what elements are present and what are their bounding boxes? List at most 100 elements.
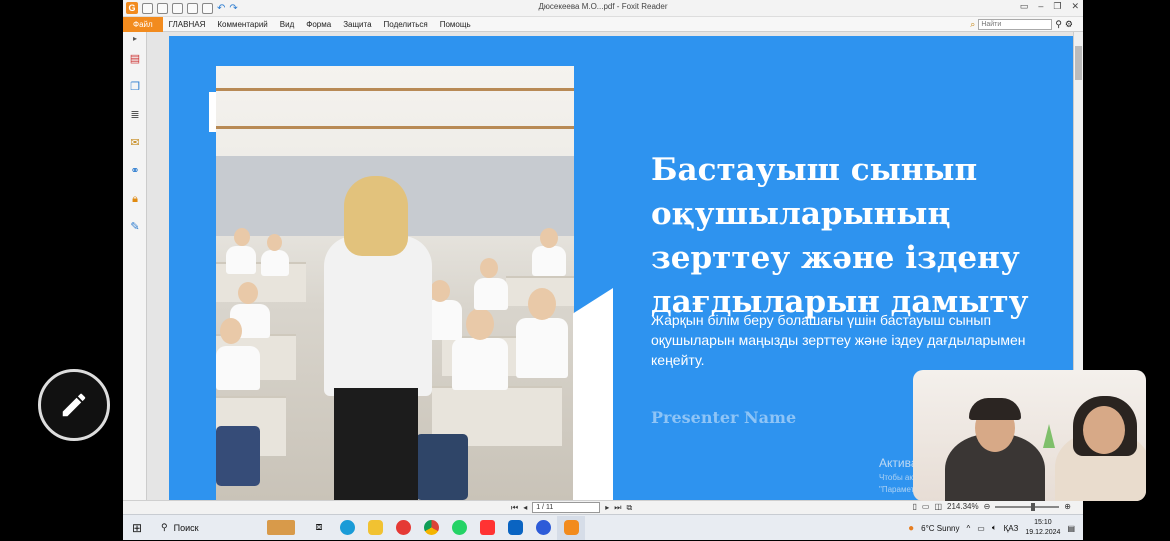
title-bar: G ↶ ↷ Дюсекеева М.О...pdf - Foxit Reader… xyxy=(123,0,1083,17)
wall-stripe xyxy=(216,88,574,91)
zoom-in-icon[interactable]: ⊕ xyxy=(1064,502,1071,511)
yandex-browser-icon[interactable] xyxy=(473,516,501,540)
print-icon[interactable] xyxy=(172,2,183,14)
navigation-sidebar: ▸ ▤ ❐ ≣ ✉ ⚭ 🔒︎ ✎ xyxy=(123,32,147,500)
minimize-button[interactable]: – xyxy=(1038,1,1043,12)
restore-button[interactable]: ❐ xyxy=(1053,1,1061,12)
clock-date: 19.12.2024 xyxy=(1025,529,1061,536)
windows-icon[interactable]: ⊞ xyxy=(123,521,151,535)
yandex-icon[interactable] xyxy=(389,516,417,540)
find-icon[interactable]: ⌕ xyxy=(970,19,975,30)
first-page-button[interactable]: ⏮ xyxy=(511,503,518,513)
zoom-app-icon[interactable] xyxy=(529,516,557,540)
student xyxy=(452,338,508,390)
student-head xyxy=(267,234,282,251)
pages-icon[interactable]: ❐ xyxy=(128,80,142,94)
menu-protect[interactable]: Защита xyxy=(337,20,377,29)
page-number-input[interactable]: 1 / 11 xyxy=(532,502,601,513)
menu-home[interactable]: ГЛАВНАЯ xyxy=(163,20,212,29)
search-input[interactable]: Найти xyxy=(978,19,1053,30)
scrollbar-thumb[interactable] xyxy=(1075,46,1082,80)
student-head xyxy=(480,258,498,278)
ribbon-toggle-icon[interactable]: ▭ xyxy=(1020,1,1029,12)
language-indicator[interactable]: ҚАЗ xyxy=(1004,524,1019,533)
outlook-icon[interactable] xyxy=(501,516,529,540)
continuous-icon[interactable]: ▭ xyxy=(922,502,930,511)
student xyxy=(474,278,508,310)
student-head xyxy=(540,228,558,248)
attachment-icon[interactable]: ⚭ xyxy=(128,164,142,178)
volume-icon[interactable]: 🔈︎ xyxy=(992,523,997,533)
news-widget-icon[interactable] xyxy=(267,516,295,540)
single-page-icon[interactable]: ▯ xyxy=(912,502,916,511)
layers-icon[interactable]: ≣ xyxy=(128,108,142,122)
undo-icon[interactable]: ↶ xyxy=(217,3,225,14)
participant-right-face xyxy=(1083,406,1125,454)
pencil-annotate-button[interactable] xyxy=(38,369,110,441)
expand-arrow-icon[interactable]: ▸ xyxy=(128,32,142,46)
classroom-photo xyxy=(216,66,574,500)
student-head xyxy=(466,308,494,340)
zoom-slider[interactable] xyxy=(995,502,1060,511)
menu-share[interactable]: Поделиться xyxy=(378,20,434,29)
weather-text[interactable]: 6°C Sunny xyxy=(921,524,959,533)
search-icon: ⚲ xyxy=(161,522,168,532)
menu-view[interactable]: Вид xyxy=(274,20,300,29)
presenter-name: Presenter Name xyxy=(651,408,797,427)
zoom-slider-knob[interactable] xyxy=(1031,502,1036,511)
scan-icon[interactable] xyxy=(187,2,198,14)
clock[interactable]: 15:10 19.12.2024 xyxy=(1025,518,1060,538)
search-icon[interactable]: ⚲ xyxy=(1055,19,1062,30)
status-bar: ⏮ ◂ 1 / 11 ▸ ⏭ ⧉ ▯ ▭ ◫ 214.34% ⊖ ⊕ xyxy=(123,500,1083,514)
close-button[interactable]: ✕ xyxy=(1071,1,1079,12)
explorer-icon[interactable] xyxy=(361,516,389,540)
lock-icon[interactable]: 🔒︎ xyxy=(128,192,142,206)
edge-icon[interactable] xyxy=(333,516,361,540)
hand-icon[interactable] xyxy=(202,2,213,14)
video-call-thumbnail[interactable] xyxy=(913,370,1146,501)
prev-page-button[interactable]: ◂ xyxy=(523,503,527,512)
save-icon[interactable] xyxy=(157,2,168,14)
facing-icon[interactable]: ◫ xyxy=(934,502,942,511)
system-tray: ● 6°C Sunny ^ ▭ 🔈︎ ҚАЗ 15:10 19.12.2024 … xyxy=(908,515,1075,541)
teacher-skirt xyxy=(334,388,418,500)
wall-stripe xyxy=(216,126,574,129)
slide-subtitle: Жарқын білім беру болашағы үшін бастауыш… xyxy=(651,312,1026,368)
student xyxy=(226,246,256,274)
student-head xyxy=(234,228,250,246)
slide-title: Бастауыш сынып оқушыларының зерттеу және… xyxy=(651,152,1029,320)
notifications-icon[interactable]: ▤ xyxy=(1067,524,1075,533)
network-icon[interactable]: ▭ xyxy=(977,524,985,533)
chrome-icon[interactable] xyxy=(417,516,445,540)
zoom-controls: ▯ ▭ ◫ 214.34% ⊖ ⊕ xyxy=(912,502,1071,511)
student-head xyxy=(220,318,242,344)
taskbar-search[interactable]: ⚲ Поиск xyxy=(151,522,267,533)
open-icon[interactable] xyxy=(142,2,153,14)
foxit-taskbar-icon[interactable] xyxy=(557,515,585,540)
teacher-hair xyxy=(344,176,408,256)
tray-overflow-icon[interactable]: ^ xyxy=(967,524,971,533)
page-navigation: ⏮ ◂ 1 / 11 ▸ ⏭ ⧉ xyxy=(511,502,632,513)
bookmark-icon[interactable]: ▤ xyxy=(128,52,142,66)
last-page-button[interactable]: ⏭ xyxy=(614,503,621,513)
zoom-out-icon[interactable]: ⊖ xyxy=(984,502,991,511)
settings-icon[interactable]: ⚙ xyxy=(1065,19,1073,30)
menu-help[interactable]: Помощь xyxy=(434,20,477,29)
student xyxy=(532,246,566,276)
redo-icon[interactable]: ↷ xyxy=(229,3,237,14)
christmas-tree-decor xyxy=(1043,424,1055,448)
menu-comment[interactable]: Комментарий xyxy=(211,20,273,29)
whatsapp-icon[interactable] xyxy=(445,516,473,540)
menu-form[interactable]: Форма xyxy=(300,20,337,29)
page-layout-icon[interactable]: ⧉ xyxy=(626,503,632,513)
menu-file[interactable]: Файл xyxy=(123,16,163,32)
student xyxy=(261,250,289,276)
backpack xyxy=(416,434,468,500)
weather-icon: ● xyxy=(908,522,915,534)
comments-icon[interactable]: ✉ xyxy=(128,136,142,150)
task-view-icon[interactable]: ⧈ xyxy=(305,516,333,540)
signature-icon[interactable]: ✎ xyxy=(128,220,142,234)
search-area: ⌕ Найти ⚲ ⚙ xyxy=(970,17,1073,32)
next-page-button[interactable]: ▸ xyxy=(605,503,609,512)
zoom-value[interactable]: 214.34% xyxy=(947,502,979,511)
